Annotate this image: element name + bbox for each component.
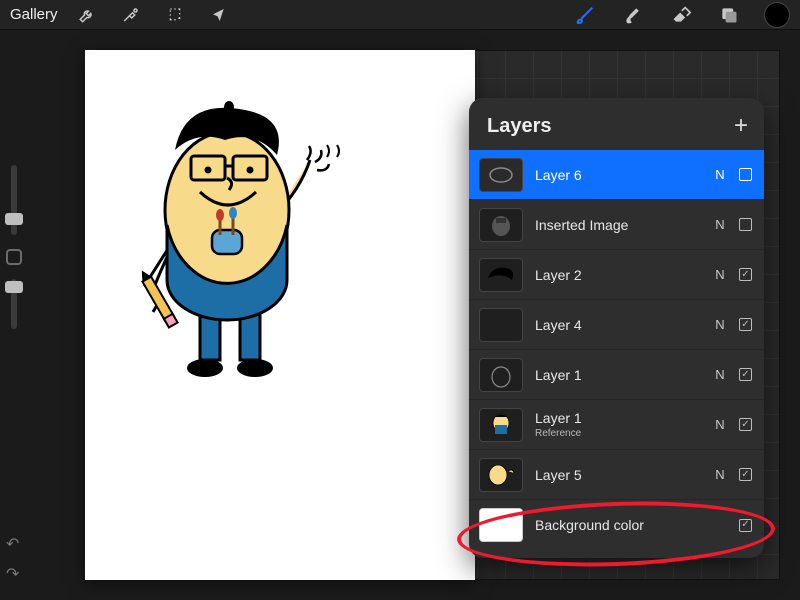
left-sidebar	[0, 165, 28, 329]
canvas[interactable]	[85, 50, 475, 580]
visibility-checkbox[interactable]	[739, 368, 752, 381]
visibility-checkbox[interactable]	[739, 318, 752, 331]
layer-thumb	[479, 358, 523, 392]
smudge-icon[interactable]	[620, 2, 646, 28]
layer-thumb	[479, 308, 523, 342]
layer-sublabel: Reference	[535, 428, 701, 439]
layer-name: Inserted Image	[535, 217, 701, 233]
selection-icon[interactable]	[164, 4, 186, 26]
blend-mode-button[interactable]: N	[713, 217, 727, 232]
layer-name: Layer 4	[535, 317, 701, 333]
blend-mode-button[interactable]: N	[713, 367, 727, 382]
layer-name: Layer 1	[535, 367, 701, 383]
top-toolbar: Gallery	[0, 0, 800, 30]
layer-thumb	[479, 158, 523, 192]
layer-row-layer1-reference[interactable]: Layer 1 Reference N	[469, 400, 764, 450]
layers-icon[interactable]	[716, 2, 742, 28]
brush-icon[interactable]	[572, 2, 598, 28]
canvas-container: Layers + Layer 6 N Inserted Image N Laye…	[85, 50, 780, 580]
layer-row-layer1[interactable]: Layer 1 N	[469, 350, 764, 400]
gallery-button[interactable]: Gallery	[10, 6, 58, 23]
wrench-icon[interactable]	[76, 4, 98, 26]
visibility-checkbox[interactable]	[739, 468, 752, 481]
layer-row-layer5[interactable]: Layer 5 N	[469, 450, 764, 500]
blend-mode-button[interactable]: N	[713, 317, 727, 332]
layer-name: Layer 5	[535, 467, 701, 483]
undo-button[interactable]: ↶	[6, 534, 19, 554]
eraser-icon[interactable]	[668, 2, 694, 28]
layer-row-layer6[interactable]: Layer 6 N	[469, 150, 764, 200]
layer-thumb	[479, 208, 523, 242]
layers-panel-title: Layers	[487, 115, 552, 138]
layer-row-layer2[interactable]: Layer 2 N	[469, 250, 764, 300]
layer-thumb	[479, 408, 523, 442]
brush-size-slider[interactable]	[11, 165, 17, 235]
blend-mode-button[interactable]: N	[713, 417, 727, 432]
layer-thumb	[479, 458, 523, 492]
blend-mode-button[interactable]: N	[713, 167, 727, 182]
redo-button[interactable]: ↷	[6, 564, 19, 584]
layer-thumb	[479, 508, 523, 542]
blend-mode-button[interactable]: N	[713, 267, 727, 282]
layer-row-background-color[interactable]: Background color	[469, 500, 764, 550]
visibility-checkbox[interactable]	[739, 168, 752, 181]
layer-name: Layer 1 Reference	[535, 410, 701, 439]
visibility-checkbox[interactable]	[739, 418, 752, 431]
transform-icon[interactable]	[208, 4, 230, 26]
visibility-checkbox[interactable]	[739, 218, 752, 231]
modifier-button[interactable]	[6, 249, 22, 265]
layer-name: Layer 2	[535, 267, 701, 283]
layers-panel: Layers + Layer 6 N Inserted Image N Laye…	[469, 98, 764, 558]
visibility-checkbox[interactable]	[739, 268, 752, 281]
blend-mode-button[interactable]: N	[713, 467, 727, 482]
layer-thumb	[479, 258, 523, 292]
color-swatch[interactable]	[764, 2, 790, 28]
undo-redo-group: ↶ ↷	[6, 534, 19, 584]
layer-row-inserted-image[interactable]: Inserted Image N	[469, 200, 764, 250]
layer-row-layer4[interactable]: Layer 4 N	[469, 300, 764, 350]
visibility-checkbox[interactable]	[739, 519, 752, 532]
layer-name: Layer 6	[535, 167, 701, 183]
layer-name: Background color	[535, 517, 701, 533]
artwork-character	[105, 60, 365, 400]
opacity-slider[interactable]	[11, 279, 17, 329]
add-layer-button[interactable]: +	[734, 112, 748, 140]
adjustments-icon[interactable]	[120, 4, 142, 26]
